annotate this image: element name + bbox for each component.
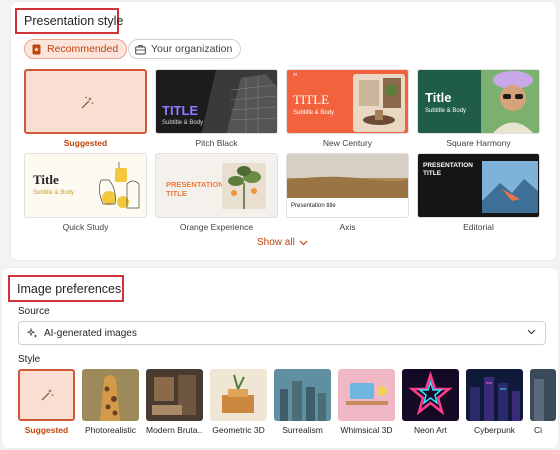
style-modern-brutalism-label: Modern Bruta... <box>146 425 203 435</box>
style-whimsical-3d-label: Whimsical 3D <box>340 425 393 435</box>
quick-study-thumb-subtitle: Subtitle & Body <box>33 190 75 196</box>
cyberpunk-city-image <box>466 369 523 421</box>
square-harmony-thumb-title: Title <box>425 90 452 105</box>
desert-image <box>287 154 408 198</box>
theme-new-century-thumb: “ TITLE Subtitle & Body <box>286 69 409 134</box>
new-century-thumb-subtitle: Subtitle & Body <box>293 110 335 116</box>
style-neon-art-label: Neon Art <box>413 425 448 435</box>
pitch-black-thumb-subtitle: Subtitle & Body <box>162 120 204 126</box>
theme-suggested-thumb <box>24 69 147 134</box>
theme-square-harmony-label: Square Harmony <box>446 138 511 148</box>
style-cyberpunk[interactable]: Cyberpunk <box>466 369 523 435</box>
theme-suggested-label: Suggested <box>63 138 108 148</box>
theme-square-harmony[interactable]: Title Subtitle & Body Square Harmony <box>417 69 540 148</box>
theme-axis-label: Axis <box>339 222 356 232</box>
style-photorealistic-label: Photorealistic <box>84 425 137 435</box>
tab-recommended[interactable]: Recommended <box>24 39 128 59</box>
mountain-image <box>482 161 538 213</box>
neon-star-image <box>402 369 459 421</box>
plant-image <box>222 163 266 209</box>
style-suggested-label: Suggested <box>24 425 69 435</box>
style-surrealism-label: Surrealism <box>282 425 323 435</box>
pitch-black-thumb-title: TITLE <box>162 103 199 118</box>
room-image <box>353 74 405 132</box>
theme-square-harmony-thumb: Title Subtitle & Body <box>417 69 540 134</box>
style-suggested[interactable]: Suggested <box>18 369 75 435</box>
orange-experience-thumb-title: PRESENTATION TITLE <box>166 180 224 198</box>
source-select[interactable]: AI-generated images <box>18 321 546 345</box>
style-whimsical-3d[interactable]: Whimsical 3D <box>338 369 395 435</box>
partial-style-image <box>530 369 556 421</box>
style-cyberpunk-label: Cyberpunk <box>473 425 516 435</box>
source-label: Source <box>18 306 50 317</box>
theme-editorial[interactable]: PRESENTATION TITLE Editorial <box>417 153 540 232</box>
theme-axis[interactable]: Presentation title Axis <box>286 153 409 232</box>
theme-new-century[interactable]: “ TITLE Subtitle & Body New Century <box>286 69 409 148</box>
quick-study-thumb-title: Title <box>33 172 59 187</box>
theme-pitch-black-thumb: TITLE Subtitle & Body <box>155 69 278 134</box>
tab-recommended-label: Recommended <box>47 43 119 55</box>
recommended-icon <box>31 44 42 55</box>
style-geometric-3d-label: Geometric 3D <box>212 425 265 435</box>
image-preferences-title: Image preferences <box>17 282 122 296</box>
style-partial[interactable]: Ci <box>530 369 556 435</box>
square-harmony-thumb-subtitle: Subtitle & Body <box>425 108 467 114</box>
source-select-value: AI-generated images <box>44 327 137 339</box>
theme-orange-experience-thumb: PRESENTATION TITLE <box>155 153 278 218</box>
presentation-style-title: Presentation style <box>24 14 124 28</box>
style-modern-brutalism[interactable]: Modern Bruta... <box>146 369 203 435</box>
new-century-thumb-title: TITLE <box>293 92 330 107</box>
theme-quick-study-label: Quick Study <box>62 222 109 232</box>
theme-suggested[interactable]: Suggested <box>24 69 147 148</box>
briefcase-icon <box>135 44 146 55</box>
theme-pitch-black[interactable]: TITLE Subtitle & Body Pitch Black <box>155 69 278 148</box>
brutalist-room-image <box>146 369 203 421</box>
theme-quick-study[interactable]: Title Subtitle & Body Quick Study <box>24 153 147 232</box>
axis-thumb-title: Presentation title <box>291 203 336 209</box>
chevron-down-icon <box>527 329 536 335</box>
whimsical-desk-image <box>338 369 395 421</box>
theme-pitch-black-label: Pitch Black <box>195 138 238 148</box>
chevron-down-icon <box>299 240 308 245</box>
quote-icon: “ <box>293 72 298 83</box>
sparkle-image-icon <box>27 327 38 338</box>
theme-editorial-label: Editorial <box>463 222 494 232</box>
theme-orange-experience-label: Orange Experience <box>179 222 254 232</box>
tab-your-organization[interactable]: Your organization <box>128 39 242 59</box>
theme-axis-thumb: Presentation title <box>286 153 409 218</box>
magic-wand-icon <box>81 96 94 109</box>
bottles-image <box>99 162 140 209</box>
theme-new-century-label: New Century <box>322 138 373 148</box>
show-all-button[interactable]: Show all <box>257 237 308 248</box>
person-image <box>481 70 539 133</box>
style-label: Style <box>18 354 41 365</box>
geometric-3d-image <box>210 369 267 421</box>
theme-orange-experience[interactable]: PRESENTATION TITLE Orange Experience <box>155 153 278 232</box>
style-geometric-3d[interactable]: Geometric 3D <box>210 369 267 435</box>
editorial-thumb-title: PRESENTATION TITLE <box>423 162 473 177</box>
show-all-label: Show all <box>257 237 295 248</box>
giraffe-image <box>82 369 139 421</box>
theme-quick-study-thumb: Title Subtitle & Body <box>24 153 147 218</box>
style-partial-label: Ci <box>534 425 543 435</box>
tab-your-organization-label: Your organization <box>151 43 233 55</box>
style-suggested-thumb <box>18 369 75 421</box>
surreal-city-image <box>274 369 331 421</box>
theme-editorial-thumb: PRESENTATION TITLE <box>417 153 540 218</box>
style-surrealism[interactable]: Surrealism <box>274 369 331 435</box>
style-photorealistic[interactable]: Photorealistic <box>82 369 139 435</box>
style-neon-art[interactable]: Neon Art <box>402 369 459 435</box>
magic-wand-icon <box>41 389 54 401</box>
